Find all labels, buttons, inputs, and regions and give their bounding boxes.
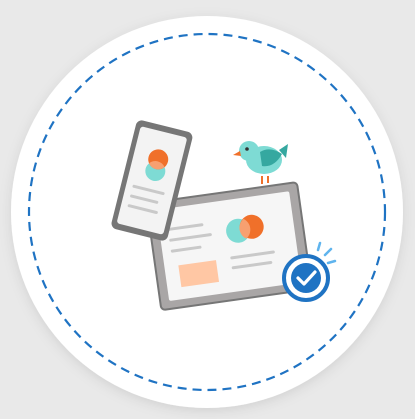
illustration-svg: [11, 16, 403, 408]
illustration-stage: [0, 0, 415, 419]
